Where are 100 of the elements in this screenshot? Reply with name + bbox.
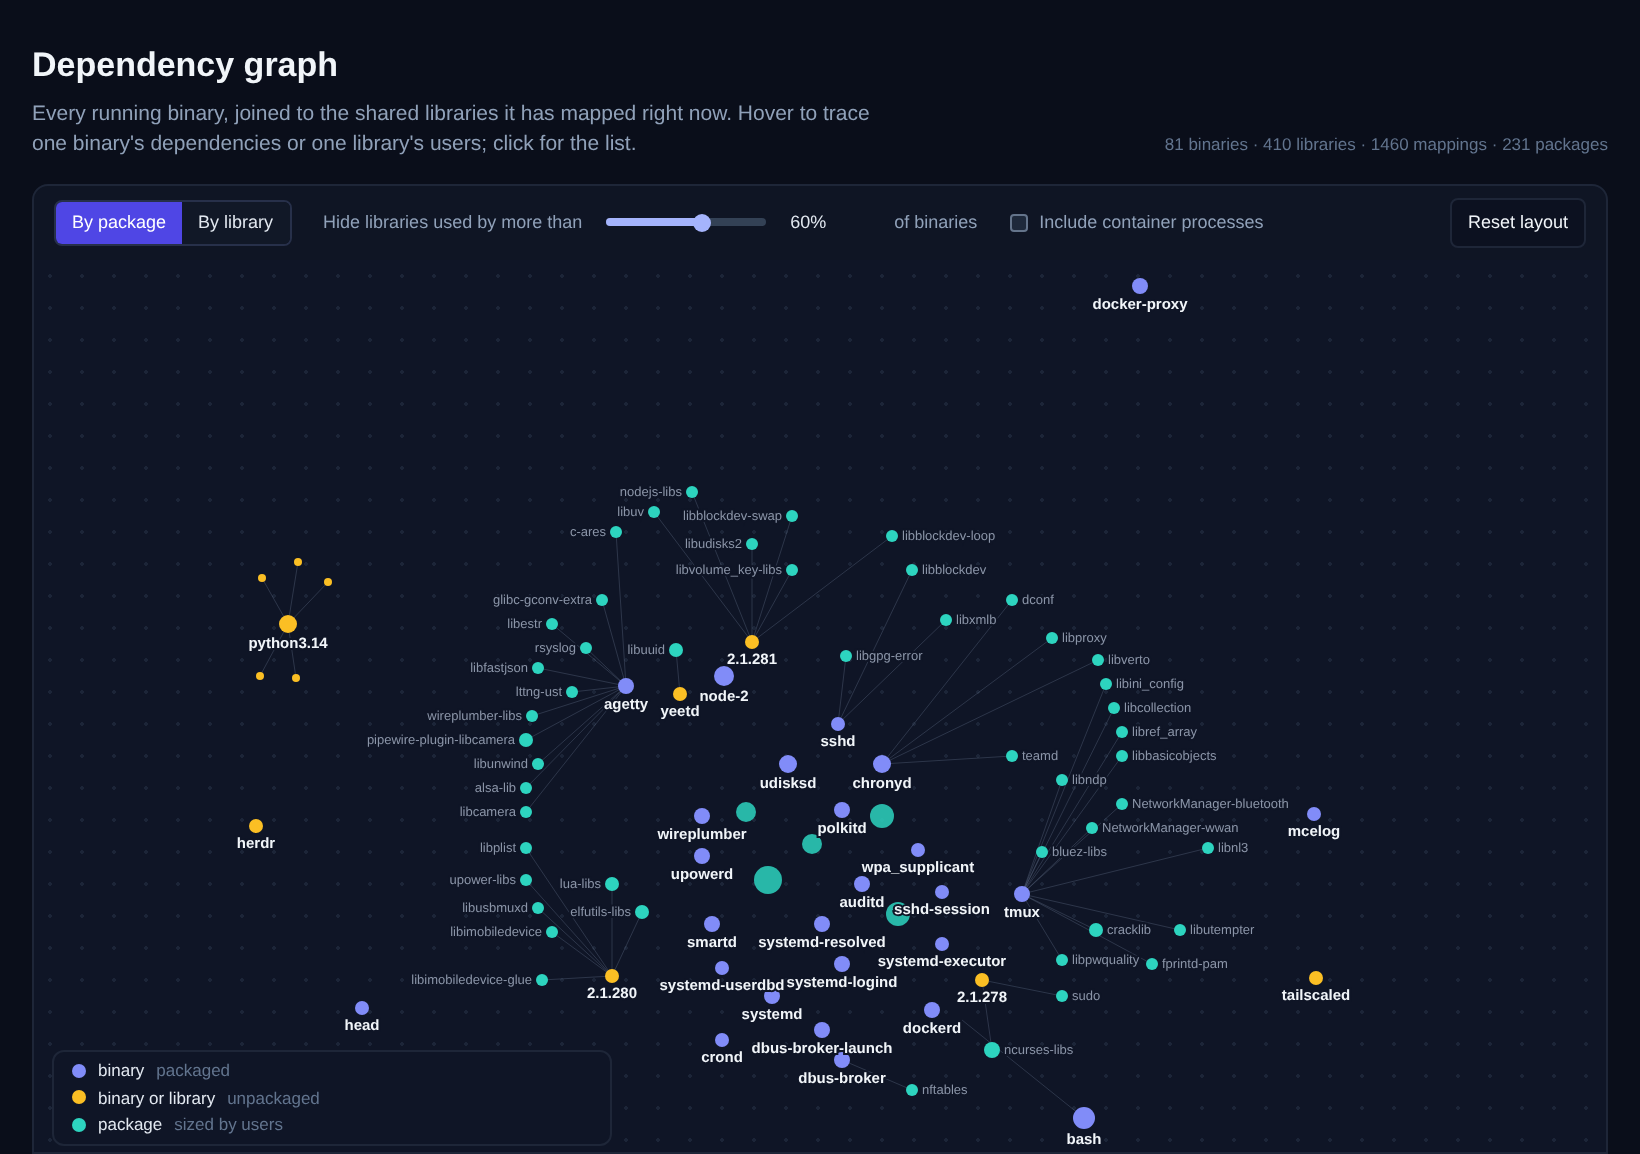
- binary-node[interactable]: [694, 808, 710, 824]
- package-node[interactable]: [840, 650, 852, 662]
- package-node[interactable]: [1006, 750, 1018, 762]
- node-dot[interactable]: [256, 672, 264, 680]
- binary-node[interactable]: [873, 755, 891, 773]
- node-dot[interactable]: [258, 574, 266, 582]
- package-node[interactable]: [605, 877, 619, 891]
- binary-node[interactable]: [694, 848, 710, 864]
- package-node[interactable]: [520, 782, 532, 794]
- package-node[interactable]: [686, 486, 698, 498]
- package-node[interactable]: [610, 526, 622, 538]
- binary-node[interactable]: [911, 843, 925, 857]
- package-node[interactable]: [520, 806, 532, 818]
- binary-node[interactable]: [814, 1022, 830, 1038]
- package-node[interactable]: [1086, 822, 1098, 834]
- reset-layout-button[interactable]: Reset layout: [1449, 197, 1586, 248]
- container-checkbox-label: Include container processes: [1039, 209, 1264, 236]
- binary-node[interactable]: [673, 687, 687, 701]
- binary-node[interactable]: [605, 969, 619, 983]
- package-node[interactable]: [984, 1042, 1000, 1058]
- binary-node[interactable]: [249, 819, 263, 833]
- package-node[interactable]: [1089, 923, 1103, 937]
- binary-node[interactable]: [704, 916, 720, 932]
- package-node[interactable]: [596, 594, 608, 606]
- binary-node[interactable]: [279, 615, 297, 633]
- binary-node[interactable]: [745, 635, 759, 649]
- package-node[interactable]: [648, 506, 660, 518]
- package-node[interactable]: [526, 710, 538, 722]
- package-node[interactable]: [786, 564, 798, 576]
- package-node[interactable]: [886, 530, 898, 542]
- package-node[interactable]: [536, 974, 548, 986]
- package-node[interactable]: [1146, 958, 1158, 970]
- package-node[interactable]: [635, 905, 649, 919]
- binary-node[interactable]: [831, 717, 845, 731]
- package-node[interactable]: [754, 866, 782, 894]
- package-node[interactable]: [1056, 774, 1068, 786]
- node-dot[interactable]: [294, 558, 302, 566]
- package-node[interactable]: [519, 733, 533, 747]
- package-node[interactable]: [1116, 798, 1128, 810]
- package-node[interactable]: [1116, 750, 1128, 762]
- package-node[interactable]: [520, 842, 532, 854]
- binary-node[interactable]: [814, 916, 830, 932]
- binary-node[interactable]: [1014, 886, 1030, 902]
- package-node[interactable]: [546, 926, 558, 938]
- legend-name: package: [98, 1112, 163, 1138]
- package-node[interactable]: [1174, 924, 1186, 936]
- package-node[interactable]: [566, 686, 578, 698]
- package-node[interactable]: [1100, 678, 1112, 690]
- binary-node[interactable]: [935, 937, 949, 951]
- package-node[interactable]: [1056, 990, 1068, 1002]
- threshold-slider[interactable]: [606, 212, 767, 233]
- binary-node[interactable]: [924, 1002, 940, 1018]
- binary-node[interactable]: [1307, 807, 1321, 821]
- package-node[interactable]: [940, 614, 952, 626]
- package-node[interactable]: [580, 642, 592, 654]
- binary-node[interactable]: [618, 678, 634, 694]
- package-node[interactable]: [906, 564, 918, 576]
- binary-node[interactable]: [715, 961, 729, 975]
- package-node[interactable]: [870, 804, 894, 828]
- threshold-label: Hide libraries used by more than: [323, 209, 583, 236]
- binary-node[interactable]: [714, 666, 734, 686]
- binary-node[interactable]: [834, 802, 850, 818]
- legend-note: unpackaged: [227, 1085, 320, 1111]
- package-node[interactable]: [1202, 842, 1214, 854]
- node-dot[interactable]: [324, 578, 332, 586]
- binary-node[interactable]: [1132, 278, 1148, 294]
- package-node[interactable]: [546, 618, 558, 630]
- binary-node[interactable]: [715, 1033, 729, 1047]
- package-node[interactable]: [532, 902, 544, 914]
- package-node[interactable]: [786, 510, 798, 522]
- binary-node[interactable]: [834, 956, 850, 972]
- binary-node[interactable]: [355, 1001, 369, 1015]
- package-node[interactable]: [906, 1084, 918, 1096]
- threshold-value: 60%: [790, 209, 829, 235]
- package-node[interactable]: [736, 802, 756, 822]
- package-node[interactable]: [1116, 726, 1128, 738]
- package-node[interactable]: [746, 538, 758, 550]
- binary-node[interactable]: [1309, 971, 1323, 985]
- binary-node[interactable]: [975, 973, 989, 987]
- view-tab[interactable]: By package: [56, 201, 183, 244]
- package-node[interactable]: [1108, 702, 1120, 714]
- container-checkbox[interactable]: [1009, 213, 1028, 232]
- package-node[interactable]: [532, 758, 544, 770]
- package-node[interactable]: [1092, 654, 1104, 666]
- binary-node[interactable]: [1073, 1107, 1095, 1129]
- binary-node[interactable]: [834, 1052, 850, 1068]
- graph-stats: 81 binaries · 410 libraries · 1460 mappings · 231 packages: [1164, 131, 1608, 157]
- package-node[interactable]: [1006, 594, 1018, 606]
- package-node[interactable]: [520, 874, 532, 886]
- binary-node[interactable]: [854, 876, 870, 892]
- package-node[interactable]: [1056, 954, 1068, 966]
- legend-name: binary or library: [98, 1085, 216, 1111]
- package-node[interactable]: [532, 662, 544, 674]
- node-dot[interactable]: [292, 674, 300, 682]
- package-node[interactable]: [1046, 632, 1058, 644]
- package-node[interactable]: [669, 643, 683, 657]
- binary-node[interactable]: [779, 755, 797, 773]
- package-node[interactable]: [1036, 846, 1048, 858]
- package-node[interactable]: [802, 834, 822, 854]
- binary-node[interactable]: [935, 885, 949, 899]
